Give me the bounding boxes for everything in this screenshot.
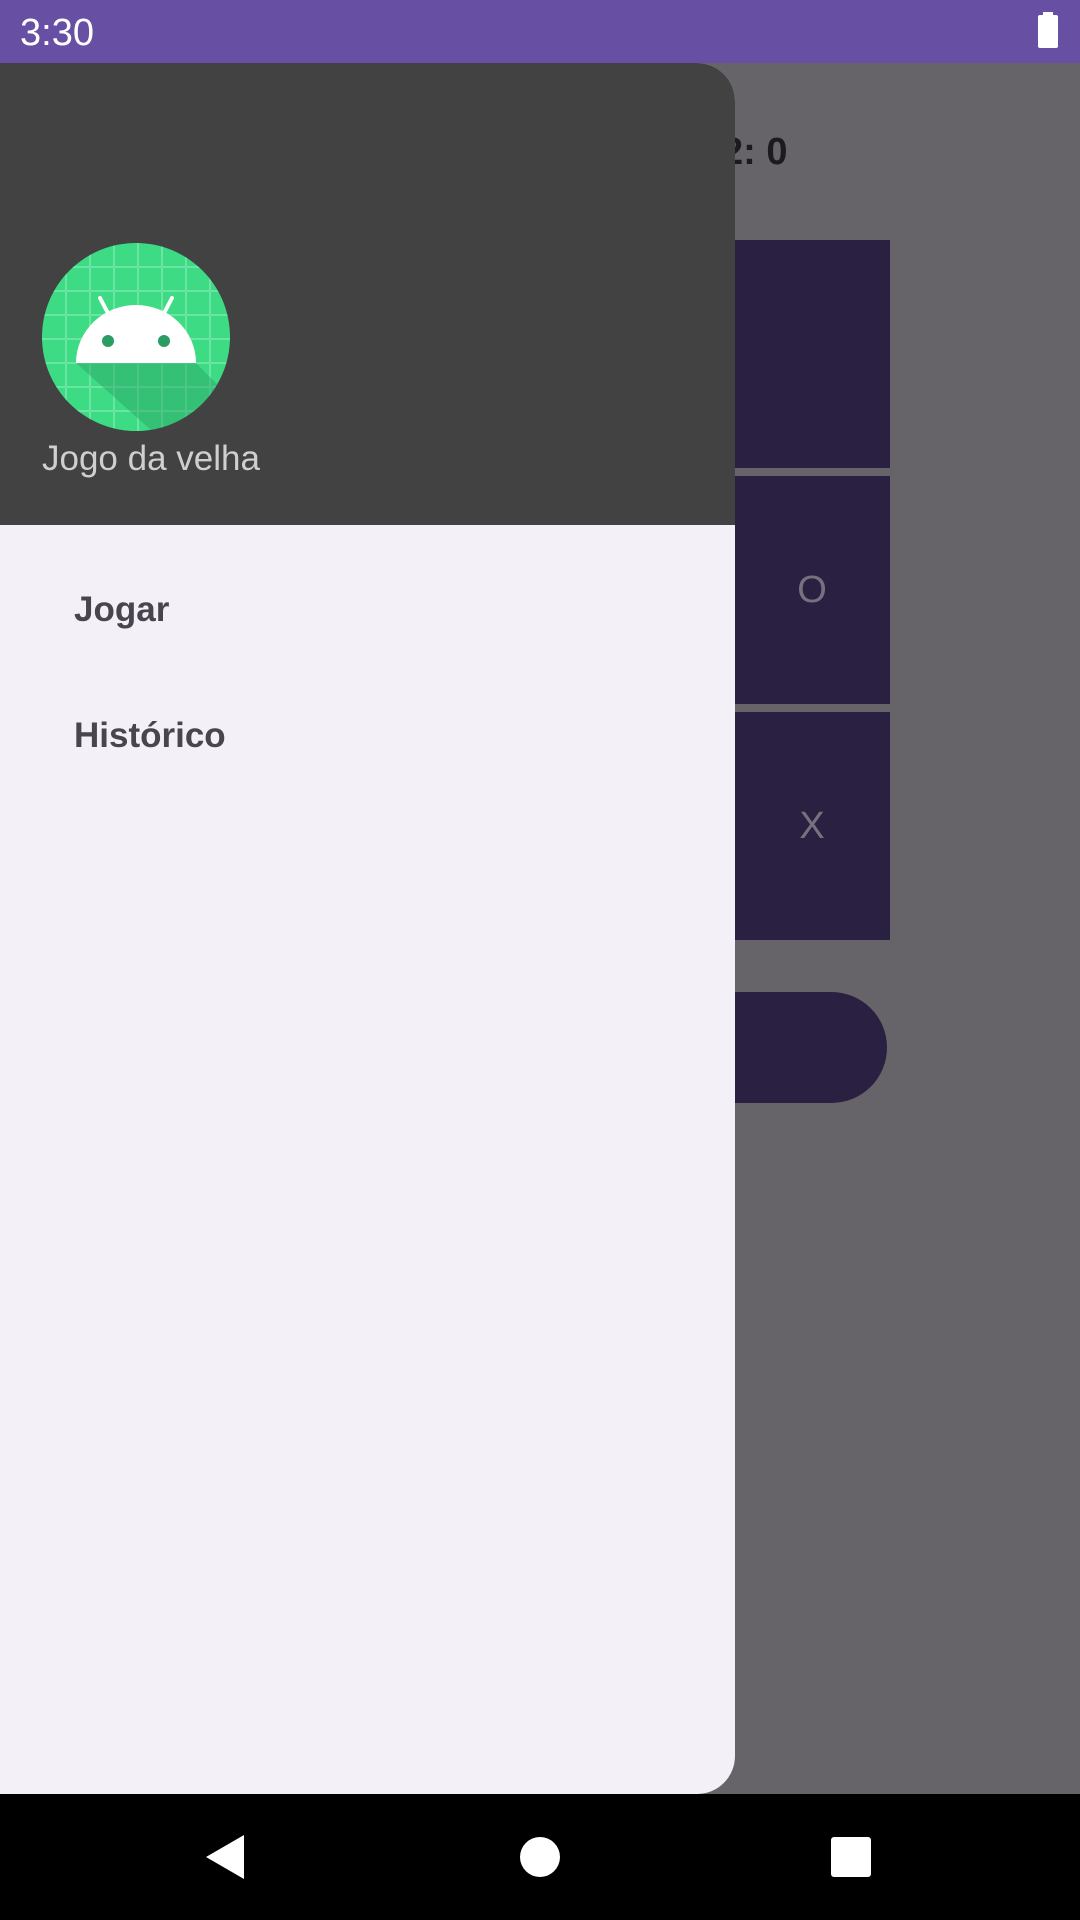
recents-square-icon[interactable] [821, 1827, 881, 1887]
drawer-header: Jogo da velha [0, 63, 735, 525]
status-bar: 3:30 [0, 0, 1080, 63]
menu-item-label: Jogar [74, 590, 170, 629]
menu-item-historico[interactable]: Histórico [0, 681, 735, 791]
menu-item-label: Histórico [74, 716, 226, 755]
status-time: 3:30 [20, 12, 94, 54]
restart-button[interactable] [734, 992, 887, 1103]
battery-full-icon [1038, 12, 1058, 48]
menu-item-jogar[interactable]: Jogar [0, 555, 735, 665]
drawer-title: Jogo da velha [42, 439, 260, 478]
board-cell[interactable] [734, 240, 890, 468]
board-cell[interactable]: O [734, 476, 890, 704]
home-circle-icon[interactable] [510, 1827, 570, 1887]
navigation-drawer: Jogo da velha Jogar Histórico [0, 63, 735, 1794]
system-nav-bar [0, 1794, 1080, 1920]
board-cell[interactable]: X [734, 712, 890, 940]
back-triangle-icon[interactable] [196, 1827, 256, 1887]
android-icon [42, 243, 230, 431]
